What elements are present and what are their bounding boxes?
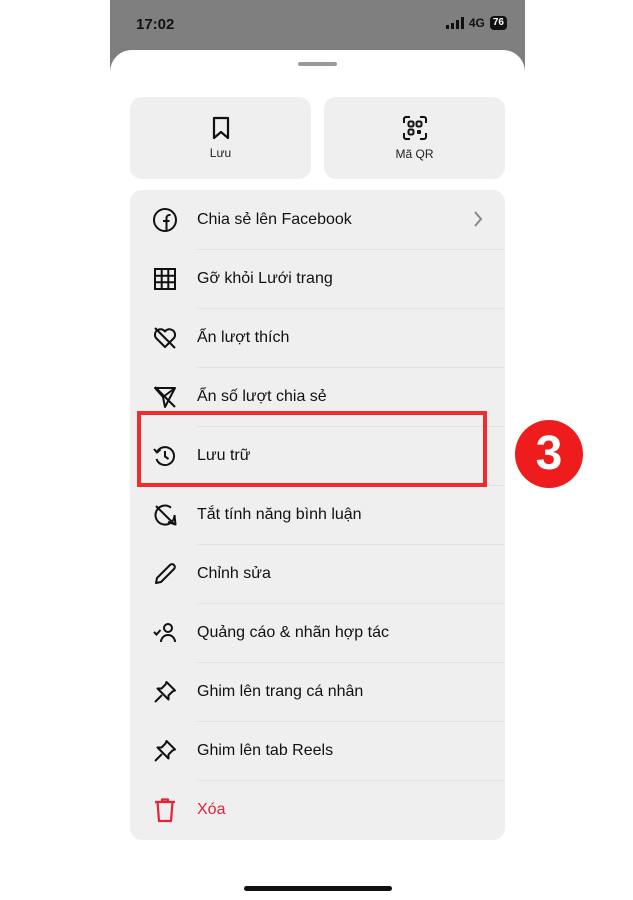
options-menu: Chia sẻ lên Facebook Gỡ khỏi Lưới trang … — [130, 190, 505, 840]
facebook-icon — [152, 207, 178, 233]
menu-item-label: Xóa — [197, 800, 226, 818]
menu-item-label: Quảng cáo & nhãn hợp tác — [197, 623, 389, 641]
bookmark-icon — [212, 116, 229, 140]
grid-icon — [152, 266, 178, 292]
status-bar: 17:02 4G 76 — [110, 0, 525, 50]
save-button[interactable]: Lưu — [130, 97, 311, 179]
menu-item-share-facebook[interactable]: Chia sẻ lên Facebook — [130, 190, 505, 249]
pin-icon — [152, 738, 178, 764]
qr-code-icon — [402, 116, 427, 140]
highlight-box — [137, 411, 487, 487]
pencil-icon — [152, 561, 178, 587]
qr-code-button[interactable]: Mã QR — [324, 97, 505, 179]
sheet-grabber[interactable] — [298, 62, 337, 66]
trash-icon — [152, 797, 178, 823]
menu-item-label: Chia sẻ lên Facebook — [197, 210, 352, 228]
battery-icon: 76 — [489, 16, 507, 30]
user-check-icon — [152, 620, 178, 646]
menu-item-pin-profile[interactable]: Ghim lên trang cá nhân — [130, 662, 505, 721]
menu-item-label: Ẩn số lượt chia sẻ — [197, 387, 327, 405]
heart-slash-icon — [152, 325, 178, 351]
chevron-right-icon — [474, 211, 483, 227]
comment-off-icon — [152, 502, 178, 528]
menu-item-delete[interactable]: Xóa — [130, 780, 505, 839]
qr-code-label: Mã QR — [395, 147, 434, 161]
home-indicator — [244, 886, 392, 891]
menu-item-edit[interactable]: Chỉnh sửa — [130, 544, 505, 603]
menu-item-remove-grid[interactable]: Gỡ khỏi Lưới trang — [130, 249, 505, 308]
menu-item-label: Ghim lên trang cá nhân — [197, 682, 364, 700]
menu-item-hide-likes[interactable]: Ẩn lượt thích — [130, 308, 505, 367]
menu-item-label: Chỉnh sửa — [197, 564, 271, 582]
menu-item-label: Ghim lên tab Reels — [197, 741, 334, 759]
status-time: 17:02 — [136, 16, 175, 33]
status-indicators: 4G 76 — [445, 16, 507, 30]
menu-item-label: Ẩn lượt thích — [197, 328, 290, 346]
menu-item-label: Gỡ khỏi Lưới trang — [197, 269, 333, 287]
network-type: 4G — [468, 16, 485, 30]
menu-item-ads-partnership[interactable]: Quảng cáo & nhãn hợp tác — [130, 603, 505, 662]
send-slash-icon — [152, 384, 178, 410]
step-badge: 3 — [515, 420, 583, 488]
menu-item-label: Tắt tính năng bình luận — [197, 505, 362, 523]
menu-item-pin-reels[interactable]: Ghim lên tab Reels — [130, 721, 505, 780]
pin-icon — [152, 679, 178, 705]
menu-item-turn-off-comments[interactable]: Tắt tính năng bình luận — [130, 485, 505, 544]
save-label: Lưu — [209, 146, 232, 160]
signal-icon — [445, 17, 464, 29]
